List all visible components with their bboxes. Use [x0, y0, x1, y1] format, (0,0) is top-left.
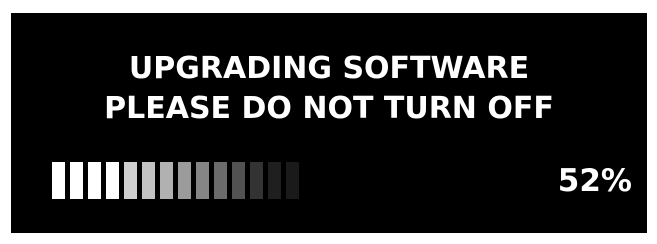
progress-segment — [250, 162, 263, 199]
progress-segment — [268, 162, 281, 199]
progress-segment — [106, 162, 119, 199]
progress-segment — [70, 162, 83, 199]
do-not-turn-off-warning: PLEASE DO NOT TURN OFF — [104, 91, 554, 126]
progress-segment — [142, 162, 155, 199]
progress-bar — [52, 162, 299, 199]
upgrade-title: UPGRADING SOFTWARE — [128, 51, 530, 86]
progress-segment — [160, 162, 173, 199]
upgrade-screen: UPGRADING SOFTWARE PLEASE DO NOT TURN OF… — [11, 13, 647, 233]
progress-segment — [178, 162, 191, 199]
progress-segment — [214, 162, 227, 199]
progress-segment — [88, 162, 101, 199]
progress-segment — [52, 162, 65, 199]
progress-segment — [286, 162, 299, 199]
progress-segment — [196, 162, 209, 199]
progress-segment — [232, 162, 245, 199]
progress-percent: 52% — [557, 163, 632, 199]
progress-segment — [124, 162, 137, 199]
